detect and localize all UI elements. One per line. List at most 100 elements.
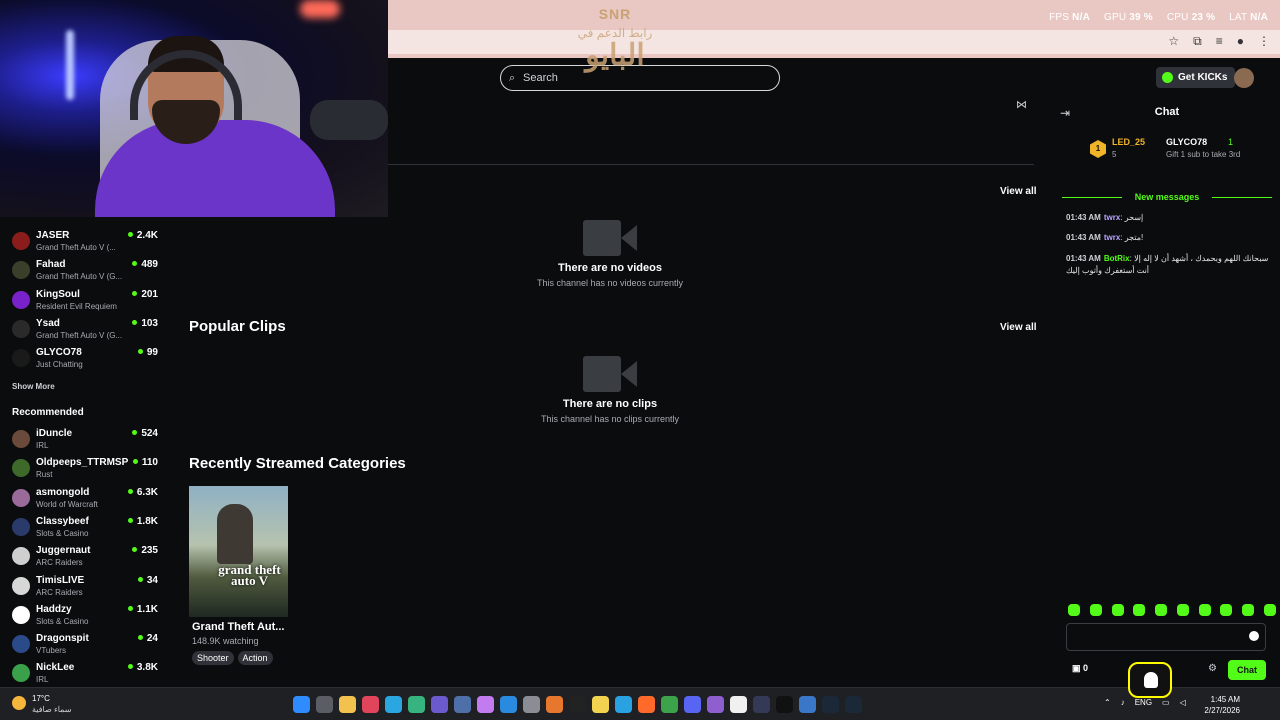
emote-icon[interactable] [1111, 604, 1124, 616]
emoji-picker-icon[interactable] [1249, 631, 1259, 641]
emote-icon[interactable] [1242, 604, 1255, 616]
tag-action[interactable]: Action [237, 651, 273, 665]
store-icon[interactable] [454, 696, 471, 713]
chat-input[interactable] [1066, 623, 1266, 651]
app-icon[interactable] [523, 696, 540, 713]
chevron-up-icon[interactable]: ⌃ [1104, 698, 1111, 707]
language-indicator[interactable]: ENG [1135, 698, 1152, 707]
app-icon[interactable] [776, 696, 793, 713]
network-icon[interactable]: ▭ [1162, 698, 1170, 707]
emote-icon[interactable] [1089, 604, 1102, 616]
sidebar-channel[interactable]: Haddzy Slots & Casino 1.1K [12, 603, 162, 629]
discord-icon[interactable] [684, 696, 701, 713]
profile-icon[interactable]: ● [1237, 34, 1244, 49]
emote-icon[interactable] [1263, 604, 1276, 616]
app-icon[interactable] [753, 696, 770, 713]
sidebar-channel[interactable]: GLYCO78 Just Chatting 99 [12, 346, 162, 372]
channel-points[interactable]: ▣ 0 [1072, 663, 1088, 674]
emote-icon[interactable] [1068, 604, 1080, 616]
firefox-icon[interactable] [638, 696, 655, 713]
clips-empty-state: There are no clips This channel has no c… [510, 356, 710, 424]
app-icon[interactable] [707, 696, 724, 713]
emote-icon[interactable] [1133, 604, 1146, 616]
teams-icon[interactable] [431, 696, 448, 713]
avatar [12, 488, 30, 507]
app-icon[interactable] [592, 696, 609, 713]
category-cover[interactable]: grand theft auto V [189, 486, 288, 617]
clock[interactable]: 1:45 AM 2/27/2026 [1204, 694, 1240, 716]
viewer-count: 3.8K [128, 662, 158, 673]
get-kicks-button[interactable]: Get KICKs [1156, 67, 1236, 88]
channel-name: Haddzy [36, 603, 72, 615]
chat-message: 01:43 AM twrx: متجر! [1066, 233, 1144, 242]
star-icon[interactable]: ☆ [1168, 34, 1179, 49]
play-store-icon[interactable] [408, 696, 425, 713]
steam-icon[interactable] [845, 696, 862, 713]
channel-category: Grand Theft Auto V (G... [36, 330, 123, 340]
sidebar-channel[interactable]: Juggernaut ARC Raiders 235 [12, 544, 162, 570]
tag-shooter[interactable]: Shooter [192, 651, 234, 665]
sidebar-channel[interactable]: NickLee IRL 3.8K [12, 661, 162, 687]
sidebar-channel[interactable]: TimisLIVE ARC Raiders 34 [12, 574, 162, 600]
sidebar-channel[interactable]: Dragonspit VTubers 24 [12, 632, 162, 658]
address-bar[interactable]: ☆ ⧉ ≡ ● ⋮ [388, 30, 1280, 54]
show-more-link[interactable]: Show More [12, 382, 55, 391]
app-icon[interactable] [546, 696, 563, 713]
viewer-count: 99 [138, 347, 158, 358]
category-title[interactable]: Grand Theft Aut... [189, 621, 289, 633]
chat-settings-icon[interactable]: ⚙ [1208, 663, 1217, 674]
menu-icon[interactable]: ⋮ [1258, 34, 1270, 49]
sidebar-channel[interactable]: KingSoul Resident Evil Requiem 201 [12, 288, 162, 314]
share-icon[interactable]: ⋈ [1016, 98, 1027, 111]
channel-name: Juggernaut [36, 545, 91, 557]
chat-send-button[interactable]: Chat [1228, 660, 1266, 680]
volume-icon[interactable]: ◁ [1180, 698, 1186, 707]
videos-view-all-link[interactable]: View all [1000, 186, 1037, 197]
start-icon[interactable] [293, 696, 310, 713]
new-messages-divider[interactable]: New messages [1062, 192, 1272, 202]
mic-icon[interactable]: ♪ [1121, 698, 1125, 707]
media-icon[interactable]: ≡ [1216, 34, 1223, 49]
clips-view-all-link[interactable]: View all [1000, 322, 1037, 333]
category-card[interactable]: grand theft auto V Grand Theft Aut... 14… [189, 486, 289, 665]
steam-icon[interactable] [822, 696, 839, 713]
channel-name: KingSoul [36, 288, 80, 300]
emote-icon[interactable] [1198, 604, 1211, 616]
leader-name[interactable]: LED_25 [1112, 137, 1145, 147]
copilot-icon[interactable] [477, 696, 494, 713]
gift-sub-text[interactable]: Gift 1 sub to take 3rd [1166, 150, 1240, 159]
sidebar-channel[interactable]: Classybeef Slots & Casino 1.8K [12, 515, 162, 541]
sidebar-channel[interactable]: iDuncle IRL 524 [12, 427, 162, 453]
page-header: ⌕ Search Get KICKs [388, 58, 1280, 98]
avatar [12, 576, 30, 595]
emote-icon[interactable] [1155, 604, 1168, 616]
chat-message: 01:43 AM BotRix: سبحانك اللهم وبحمدك ، أش… [1066, 254, 1269, 275]
sidebar: Show More Recommended JASER Grand Theft A… [0, 217, 170, 687]
sidebar-channel[interactable]: asmongold World of Warcraft 6.3K [12, 486, 162, 512]
app-icon[interactable] [799, 696, 816, 713]
app-icon[interactable] [569, 696, 586, 713]
emote-icon[interactable] [1176, 604, 1189, 616]
leader-name[interactable]: GLYCO78 [1166, 137, 1207, 147]
app-icon[interactable] [362, 696, 379, 713]
rank-badge: 1 [1090, 140, 1106, 158]
avatar[interactable] [1234, 68, 1254, 88]
overlay-logo: SNR رابط الدعم في البايو [577, 6, 653, 72]
chat-title: Chat [1154, 106, 1180, 118]
sidebar-channel[interactable]: Fahad Grand Theft Auto V (G... 489 [12, 258, 162, 284]
edge-icon[interactable] [385, 696, 402, 713]
avatar [12, 605, 30, 624]
channel-name: TimisLIVE [36, 574, 85, 586]
app-icon[interactable] [500, 696, 517, 713]
viewer-count: 2.4K [128, 230, 158, 241]
app-icon[interactable] [730, 696, 747, 713]
chrome-icon[interactable] [661, 696, 678, 713]
task-view-icon[interactable] [316, 696, 333, 713]
app-icon[interactable] [615, 696, 632, 713]
sidebar-channel[interactable]: JASER Grand Theft Auto V (... 2.4K [12, 229, 162, 255]
emote-icon[interactable] [1220, 604, 1233, 616]
file-explorer-icon[interactable] [339, 696, 356, 713]
sidebar-channel[interactable]: Ysad Grand Theft Auto V (G... 103 [12, 317, 162, 343]
sidebar-channel[interactable]: Oldpeeps_TTRMSP Rust 110 [12, 456, 162, 482]
extensions-icon[interactable]: ⧉ [1193, 34, 1202, 49]
